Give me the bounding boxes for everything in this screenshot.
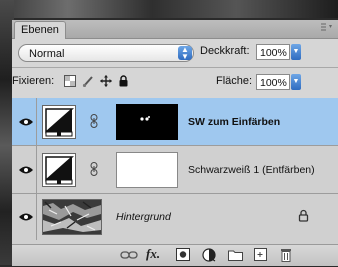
lock-all-icon[interactable] [118,74,129,92]
tab-ebenen[interactable]: Ebenen [14,21,66,39]
layer-row-hintergrund[interactable]: Hintergrund [12,194,338,240]
adjustment-thumbnail-icon [42,105,76,139]
panel-tab-bar: Ebenen [12,20,338,39]
adjustment-icon[interactable] [202,248,216,267]
adjustment-thumbnail-icon [42,153,76,187]
layer-mask-thumbnail[interactable] [116,152,178,188]
background-image-thumbnail [42,199,102,235]
mask-link-icon[interactable] [90,114,98,133]
select-arrows-icon: ▲ ▼ [178,46,192,61]
fill-field[interactable]: 100% [256,74,290,90]
layer-name: Schwarzweiß 1 (Entfärben) [188,164,315,176]
layer-name: Hintergrund [116,211,171,223]
layer-lock-icon [298,209,309,227]
lock-transparency-icon[interactable] [64,74,76,92]
blend-row: Normal ▲ ▼ Deckkraft: 100% ▼ [12,40,338,66]
mask-icon[interactable] [176,248,190,266]
layer-name: SW zum Einfärben [188,116,281,128]
blend-mode-value: Normal [29,48,65,60]
opacity-label: Deckkraft: [200,45,250,57]
lock-row: Fixieren: Fläche: 100% ▼ [12,70,338,94]
lock-pixels-brush-icon[interactable] [82,74,94,92]
blend-mode-select[interactable]: Normal ▲ ▼ [18,44,194,62]
background-photo-top [0,0,338,18]
layer-row-schwarzweiss[interactable]: Schwarzweiß 1 (Entfärben) [12,146,338,194]
panel-menu-icon[interactable] [320,22,334,35]
trash-icon[interactable] [280,248,292,267]
fx-icon[interactable]: fx. [146,246,160,262]
layer-row-sw-zum-einfaerben[interactable]: SW zum Einfärben [12,98,338,146]
layer-list: SW zum Einfärben Schwarzweiß 1 (Entfärbe… [12,98,338,244]
lock-label: Fixieren: [12,75,55,87]
panel-bottom-toolbar: fx. [12,244,338,266]
lock-position-move-icon[interactable] [100,74,112,92]
opacity-dropdown-icon[interactable]: ▼ [291,44,301,60]
opacity-field[interactable]: 100% [256,44,290,60]
layers-panel: Ebenen Normal ▲ ▼ Deckkraft: 100% ▼ Fixie… [12,20,338,266]
mask-link-icon[interactable] [90,162,98,181]
folder-icon[interactable] [228,248,243,266]
new-layer-icon[interactable] [254,248,267,266]
fill-dropdown-icon[interactable]: ▼ [291,74,301,90]
visibility-eye-icon[interactable] [15,98,37,145]
divider [12,67,338,68]
fill-label: Fläche: [216,75,253,87]
visibility-eye-icon[interactable] [15,146,37,193]
layer-mask-thumbnail[interactable] [116,104,178,140]
visibility-eye-icon[interactable] [15,194,37,240]
link-icon[interactable] [120,248,138,266]
